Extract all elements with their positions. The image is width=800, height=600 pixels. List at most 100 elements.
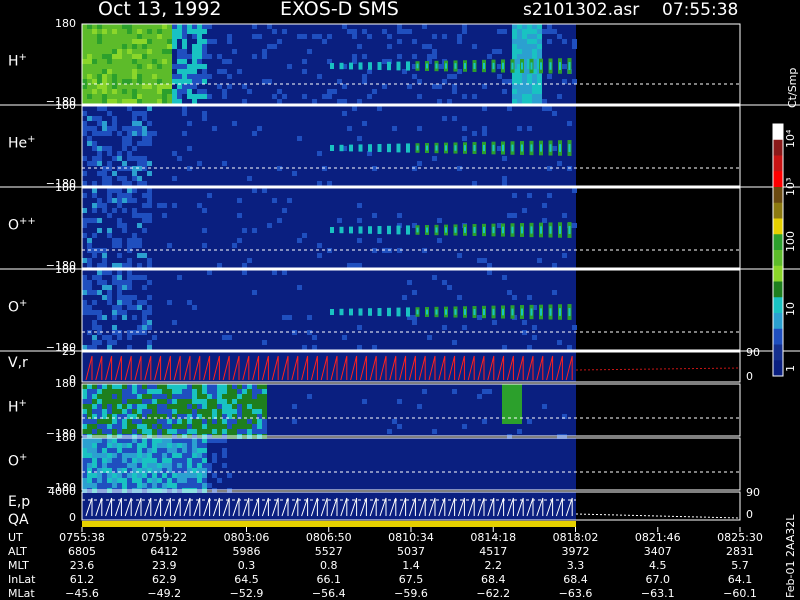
heatmap-cell [82,121,87,126]
heatmap-cell [162,384,167,389]
heatmap-cell [172,478,177,483]
heatmap-cell [227,335,232,340]
heatmap-cell [122,399,127,404]
heatmap-cell [512,394,517,399]
heatmap-cell [432,34,437,39]
heatmap-cell [522,99,527,104]
heatmap-cell [512,213,517,218]
heatmap-cell [87,310,92,315]
table-cell: −52.9 [229,587,264,600]
heatmap-cell [117,478,122,483]
heatmap-cell [512,54,517,59]
heatmap-cell [107,290,112,295]
heatmap-cell [87,443,92,448]
heatmap-cell [92,310,97,315]
heatmap-cell [127,463,132,468]
heatmap-cell [462,94,467,99]
heatmap-stripe-core [397,309,400,315]
heatmap-cell [357,238,362,243]
heatmap-cell [112,419,117,424]
heatmap-cell [437,218,442,223]
heatmap-cell [167,24,172,29]
heatmap-cell [187,29,192,34]
heatmap-cell [82,285,87,290]
heatmap-cell [262,340,267,345]
heatmap-cell [87,24,92,29]
heatmap-cell [87,438,92,443]
heatmap-cell [162,213,167,218]
heatmap-cell [132,483,137,488]
heatmap-cell [152,54,157,59]
heatmap-stripe-core [464,145,466,151]
heatmap-cell [232,404,237,409]
heatmap-cell [162,89,167,94]
heatmap-cell [537,49,542,54]
heatmap-cell [412,290,417,295]
heatmap-cell [557,340,562,345]
heatmap-cell [197,404,202,409]
heatmap-cell [337,99,342,104]
heatmap-cell [107,44,112,49]
heatmap-cell [177,463,182,468]
heatmap-cell [102,131,107,136]
table-cell: 4517 [479,545,508,558]
heatmap-cell [127,49,132,54]
heatmap-cell [122,59,127,64]
heatmap-cell [237,213,242,218]
heatmap-cell [232,419,237,424]
heatmap-cell [257,429,262,434]
heatmap-cell [167,64,172,69]
heatmap-cell [167,59,172,64]
heatmap-stripe-core [521,144,523,152]
heatmap-cell [162,64,167,69]
heatmap-cell [142,419,147,424]
table-cell: 0.3 [237,559,256,572]
qa-bar [82,521,576,527]
heatmap-cell [167,74,172,79]
heatmap-cell [352,54,357,59]
heatmap-cell [182,59,187,64]
heatmap-cell [227,74,232,79]
heatmap-cell [102,203,107,208]
heatmap-cell [112,79,117,84]
heatmap-cell [232,389,237,394]
heatmap-cell [382,29,387,34]
heatmap-cell [277,218,282,223]
panel-label-7: E,p [8,494,30,510]
heatmap-cell [172,39,177,44]
heatmap-cell [282,29,287,34]
heatmap-cell [152,64,157,69]
heatmap-cell [507,419,512,424]
heatmap-cell [92,64,97,69]
heatmap-cell [107,151,112,156]
heatmap-cell [92,44,97,49]
heatmap-cell [142,69,147,74]
heatmap-cell [232,121,237,126]
heatmap-cell [117,404,122,409]
heatmap-cell [187,146,192,151]
heatmap-cell [157,89,162,94]
heatmap-cell [117,198,122,203]
heatmap-cell [152,384,157,389]
heatmap-cell [242,270,247,275]
heatmap-cell [212,399,217,404]
heatmap-cell [127,473,132,478]
heatmap-cell [152,39,157,44]
heatmap-cell [107,404,112,409]
heatmap-cell [202,79,207,84]
heatmap-cell [182,29,187,34]
heatmap-cell [162,49,167,54]
heatmap-cell [122,208,127,213]
heatmap-cell [527,419,532,424]
heatmap-cell [127,193,132,198]
heatmap-cell [452,74,457,79]
heatmap-stripe-core [331,146,333,150]
heatmap-cell [112,305,117,310]
heatmap-cell [507,409,512,414]
heatmap-cell [197,429,202,434]
heatmap-cell [97,270,102,275]
heatmap-cell [282,270,287,275]
heatmap-cell [272,198,277,203]
heatmap-cell [147,106,152,111]
heatmap-cell [117,453,122,458]
